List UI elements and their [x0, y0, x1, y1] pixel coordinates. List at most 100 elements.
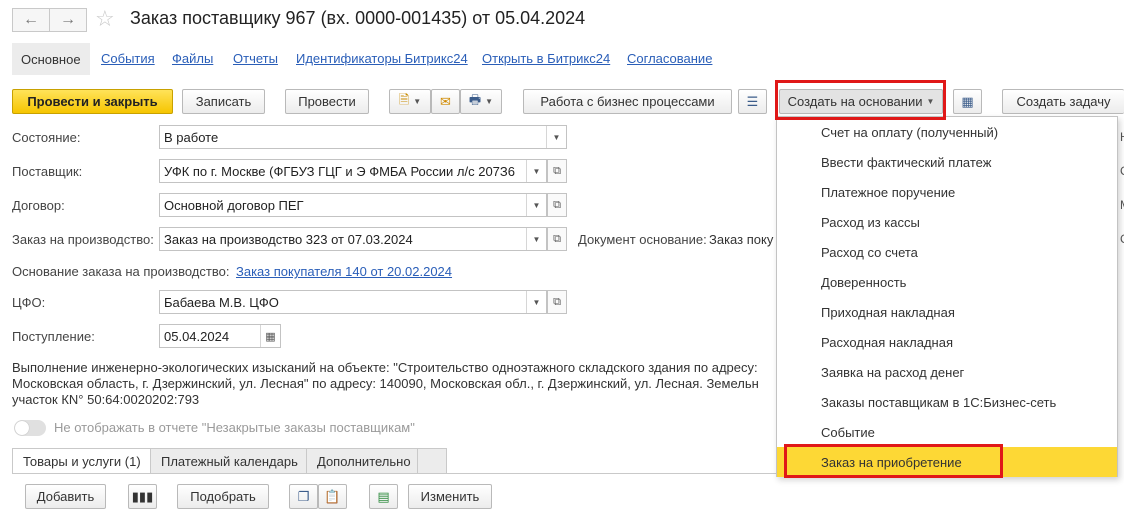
menu-item-power-of-attorney[interactable]: Доверенность: [777, 267, 1117, 297]
edge-letter: С: [1120, 232, 1124, 246]
menu-item-event[interactable]: Событие: [777, 417, 1117, 447]
post-button[interactable]: Провести: [285, 89, 369, 114]
open-contract-button[interactable]: ⧉: [547, 193, 567, 217]
tab-additional[interactable]: Дополнительно: [306, 448, 422, 474]
fill-table-button[interactable]: ▤: [369, 484, 398, 509]
open-cfo-button[interactable]: ⧉: [547, 290, 567, 314]
base-document-value: Заказ поку: [709, 232, 774, 247]
tab-goods-services[interactable]: Товары и услуги (1): [12, 448, 152, 474]
open-link-icon: ⧉: [553, 232, 561, 245]
open-link-icon: ⧉: [553, 164, 561, 177]
annotation-highlight-purchase-order: [784, 444, 1003, 478]
forward-button[interactable]: →: [49, 8, 87, 32]
production-basis-link[interactable]: Заказ покупателя 140 от 20.02.2024: [236, 264, 452, 279]
description-line: Московская область, г. Дзержинский, ул. …: [12, 376, 759, 391]
supplier-field[interactable]: УФК по г. Москве (ФГБУЗ ГЦГ и Э ФМБА Рос…: [159, 159, 547, 183]
tab-open-bitrix[interactable]: Открыть в Битрикс24: [482, 51, 610, 66]
production-order-value: Заказ на производство 323 от 07.03.2024: [164, 231, 413, 247]
open-link-icon: ⧉: [553, 295, 561, 308]
document-icon: 🗎: [398, 91, 410, 107]
print-button[interactable]: 🖶 ▼: [460, 89, 502, 114]
document-title: Заказ поставщику 967 (вх. 0000-001435) о…: [130, 8, 586, 28]
table-fill-icon: ▤: [377, 488, 390, 504]
envelope-icon: ✉: [440, 93, 451, 109]
paste-row-button[interactable]: 📋: [318, 484, 347, 509]
edge-letter: М: [1120, 198, 1124, 212]
chevron-down-icon[interactable]: ▼: [546, 126, 566, 148]
menu-item-expense-request[interactable]: Заявка на расход денег: [777, 357, 1117, 387]
status-field[interactable]: В работе ▼: [159, 125, 567, 149]
save-button[interactable]: Записать: [182, 89, 265, 114]
contract-label: Договор:: [12, 198, 65, 213]
open-production-order-button[interactable]: ⧉: [547, 227, 567, 251]
production-order-field[interactable]: Заказ на производство 323 от 07.03.2024 …: [159, 227, 547, 251]
tab-payment-calendar[interactable]: Платежный календарь: [150, 448, 309, 474]
copy-row-button[interactable]: ❐: [289, 484, 318, 509]
receipt-label: Поступление:: [12, 329, 95, 344]
business-processes-button[interactable]: Работа с бизнес процессами: [523, 89, 732, 114]
create-based-on-menu: Счет на оплату (полученный) Ввести факти…: [776, 116, 1118, 477]
cfo-value: Бабаева М.В. ЦФО: [164, 294, 279, 310]
edge-letter: С: [1120, 164, 1124, 178]
production-basis-label: Основание заказа на производство:: [12, 264, 230, 279]
receipt-date-value: 05.04.2024: [164, 328, 230, 344]
receipt-date-field[interactable]: 05.04.2024 ▦: [159, 324, 281, 348]
email-button[interactable]: ✉: [431, 89, 460, 114]
tab-reports[interactable]: Отчеты: [233, 51, 278, 66]
menu-item-invoice-received[interactable]: Счет на оплату (полученный): [777, 117, 1117, 147]
chevron-down-icon[interactable]: ▼: [526, 194, 546, 216]
copy-icon: ❐: [297, 488, 310, 504]
pick-button[interactable]: Подобрать: [177, 484, 269, 509]
open-link-icon: ⧉: [553, 198, 561, 211]
post-and-close-button[interactable]: Провести и закрыть: [12, 89, 173, 114]
change-button[interactable]: Изменить: [408, 484, 492, 509]
arrow-left-icon: ←: [23, 11, 39, 28]
hide-in-report-toggle[interactable]: [14, 420, 46, 436]
menu-item-actual-payment[interactable]: Ввести фактический платеж: [777, 147, 1117, 177]
arrow-right-icon: →: [60, 11, 76, 28]
open-supplier-button[interactable]: ⧉: [547, 159, 567, 183]
related-documents-icon: ▦: [961, 93, 974, 109]
menu-item-outgoing-invoice[interactable]: Расходная накладная: [777, 327, 1117, 357]
status-value: В работе: [164, 129, 219, 145]
barcode-button[interactable]: ▮▮▮: [128, 484, 157, 509]
clipboard-icon: 📋: [324, 488, 341, 504]
menu-item-payment-order[interactable]: Платежное поручение: [777, 177, 1117, 207]
structure-button[interactable]: ☰: [738, 89, 767, 114]
favorite-star-icon[interactable]: ☆: [95, 7, 115, 31]
supplier-label: Поставщик:: [12, 164, 83, 179]
menu-item-account-expense[interactable]: Расход со счета: [777, 237, 1117, 267]
supplier-value: УФК по г. Москве (ФГБУЗ ГЦГ и Э ФМБА Рос…: [164, 163, 515, 179]
chevron-down-icon: ▼: [413, 97, 422, 106]
tab-approval[interactable]: Согласование: [627, 51, 712, 66]
description-line: участок КN° 50:64:0020202:793: [12, 392, 200, 407]
chevron-down-icon[interactable]: ▼: [526, 228, 546, 250]
add-row-button[interactable]: Добавить: [25, 484, 106, 509]
tab-files[interactable]: Файлы: [172, 51, 213, 66]
menu-item-incoming-invoice[interactable]: Приходная накладная: [777, 297, 1117, 327]
hierarchy-icon: ☰: [746, 93, 759, 109]
annotation-highlight-create-based-on: [775, 80, 946, 120]
tab-bitrix-ids[interactable]: Идентификаторы Битрикс24: [296, 51, 468, 66]
calendar-icon[interactable]: ▦: [260, 325, 280, 347]
description-text: Выполнение инженерно-экологических изыск…: [12, 360, 782, 410]
contract-field[interactable]: Основной договор ПЕГ ▼: [159, 193, 547, 217]
production-order-label: Заказ на производство:: [12, 232, 154, 247]
cfo-field[interactable]: Бабаева М.В. ЦФО ▼: [159, 290, 547, 314]
base-document-label: Документ основание:: [578, 232, 707, 247]
create-document-button[interactable]: 🗎 ▼: [389, 89, 431, 114]
menu-item-business-network-orders[interactable]: Заказы поставщикам в 1С:Бизнес-сеть: [777, 387, 1117, 417]
related-docs-button[interactable]: ▦: [953, 89, 982, 114]
tab-strip-filler: [417, 448, 447, 474]
status-label: Состояние:: [12, 130, 81, 145]
description-line: Выполнение инженерно-экологических изыск…: [12, 360, 758, 375]
menu-item-cash-expense[interactable]: Расход из кассы: [777, 207, 1117, 237]
chevron-down-icon[interactable]: ▼: [526, 291, 546, 313]
tab-events[interactable]: События: [101, 51, 155, 66]
contract-value: Основной договор ПЕГ: [164, 197, 304, 213]
edge-letter: Н: [1120, 130, 1124, 144]
tab-main[interactable]: Основное: [12, 43, 90, 75]
chevron-down-icon[interactable]: ▼: [526, 160, 546, 182]
create-task-button[interactable]: Создать задачу: [1002, 89, 1124, 114]
back-button[interactable]: ←: [12, 8, 50, 32]
